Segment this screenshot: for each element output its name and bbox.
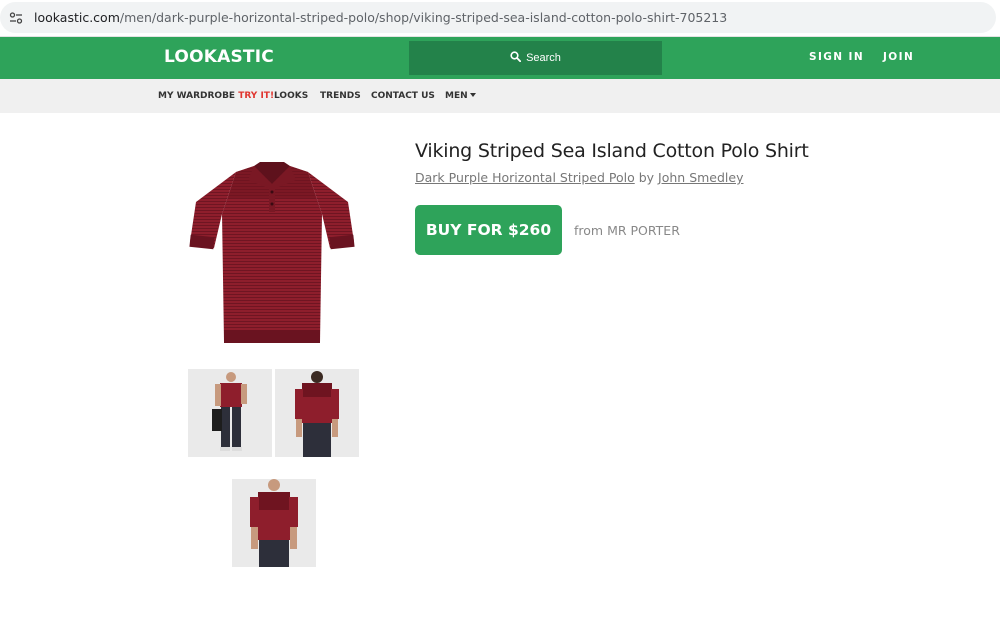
sign-in-link[interactable]: SIGN IN: [809, 51, 864, 63]
product-byline: Dark Purple Horizontal Striped Polo by J…: [415, 170, 744, 185]
url-path: /men/dark-purple-horizontal-striped-polo…: [119, 10, 728, 25]
product-main-image[interactable]: [188, 162, 356, 350]
search-label: Search: [526, 52, 561, 64]
site-logo[interactable]: LOOKASTIC: [164, 47, 274, 67]
product-thumbnail[interactable]: [232, 479, 316, 567]
product-title: Viking Striped Sea Island Cotton Polo Sh…: [415, 140, 809, 162]
join-link[interactable]: JOIN: [883, 51, 914, 63]
search-icon: [510, 49, 522, 67]
sub-navigation: MY WARDROBE TRY IT! LOOKS TRENDS CONTACT…: [0, 79, 1000, 113]
nav-men-label: MEN: [445, 91, 468, 101]
category-link[interactable]: Dark Purple Horizontal Striped Polo: [415, 170, 635, 185]
product-thumbnail[interactable]: [188, 369, 272, 457]
try-it-badge: TRY IT!: [238, 91, 275, 101]
url-text[interactable]: lookastic.com/men/dark-purple-horizontal…: [34, 10, 727, 25]
site-info-icon[interactable]: [2, 4, 30, 32]
product-thumbnail[interactable]: [275, 369, 359, 457]
nav-looks[interactable]: LOOKS: [274, 91, 308, 101]
nav-my-wardrobe-label: MY WARDROBE: [158, 91, 236, 101]
nav-trends[interactable]: TRENDS: [320, 91, 361, 101]
nav-my-wardrobe[interactable]: MY WARDROBE TRY IT!: [158, 91, 274, 101]
browser-address-bar: lookastic.com/men/dark-purple-horizontal…: [0, 0, 1000, 37]
retailer-label: from MR PORTER: [574, 223, 680, 238]
site-header: LOOKASTIC Search SIGN IN JOIN: [0, 37, 1000, 79]
chevron-down-icon: [469, 92, 476, 97]
url-field[interactable]: lookastic.com/men/dark-purple-horizontal…: [0, 2, 996, 33]
buy-button[interactable]: BUY FOR $260: [415, 205, 562, 255]
nav-men-dropdown[interactable]: MEN: [445, 91, 476, 101]
url-host: lookastic.com: [34, 10, 120, 25]
brand-link[interactable]: John Smedley: [658, 170, 743, 185]
by-word: by: [638, 170, 655, 185]
nav-contact-us[interactable]: CONTACT US: [371, 91, 435, 101]
search-input[interactable]: Search: [409, 41, 662, 75]
